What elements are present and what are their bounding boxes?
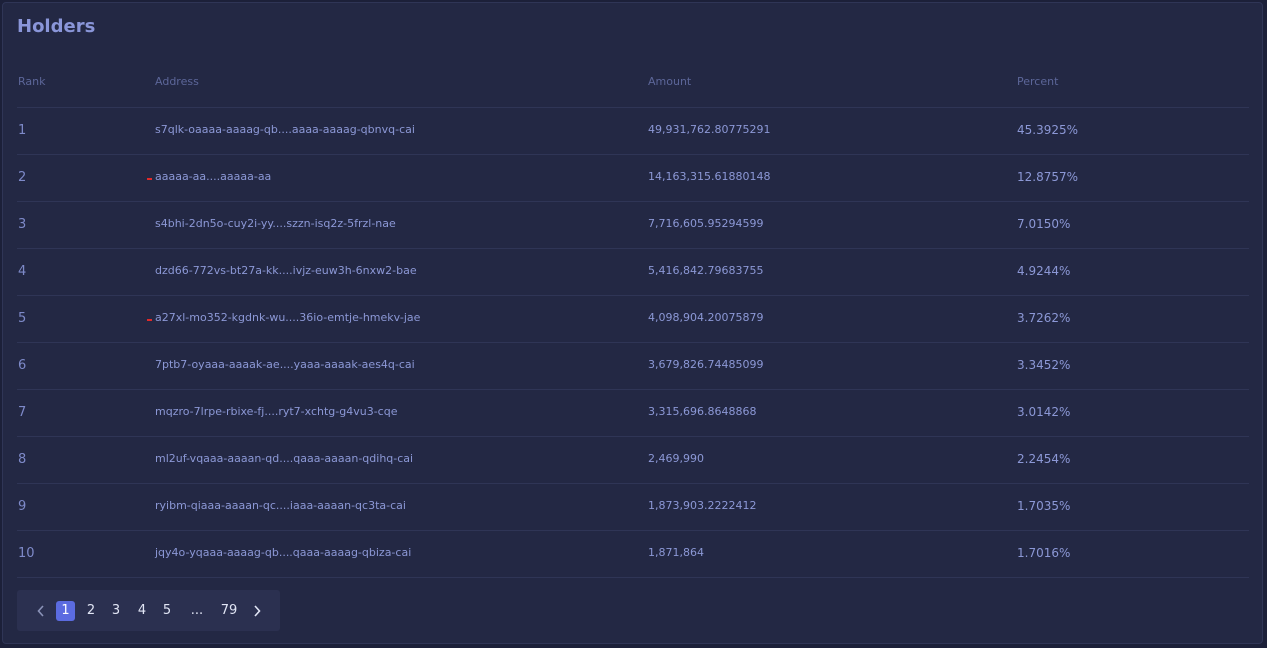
amount-cell: 3,679,826.74485099 [648,358,764,371]
table-row: 1 s7qlk-oaaaa-aaaag-qb....aaaa-aaaag-qbnv… [17,108,1249,155]
rank-cell: 5 [18,311,27,326]
percent-cell: 1.7016% [1017,546,1071,560]
address-link[interactable]: aaaaa-aa....aaaaa-aa [155,170,271,183]
page-button-4[interactable]: 4 [135,601,149,621]
percent-cell: 7.0150% [1017,217,1071,231]
address-link[interactable]: 7ptb7-oyaaa-aaaak-ae....yaaa-aaaak-aes4q… [155,358,415,371]
amount-cell: 1,873,903.2222412 [648,499,757,512]
column-header-rank: Rank [18,75,46,88]
page-button-3[interactable]: 3 [109,601,123,621]
amount-cell: 49,931,762.80775291 [648,123,771,136]
percent-cell: 2.2454% [1017,452,1071,466]
percent-cell: 4.9244% [1017,264,1071,278]
percent-cell: 1.7035% [1017,499,1071,513]
address-link[interactable]: ryibm-qiaaa-aaaan-qc....iaaa-aaaan-qc3ta… [155,499,406,512]
table-row: 5 a27xl-mo352-kgdnk-wu....36io-emtje-hmek… [17,296,1249,343]
percent-cell: 45.3925% [1017,123,1079,137]
column-header-percent: Percent [1017,75,1059,88]
address-link[interactable]: dzd66-772vs-bt27a-kk....ivjz-euw3h-6nxw2… [155,264,417,277]
holders-table: Rank Address Amount Percent 1 s7qlk-oaaaa… [17,60,1249,578]
warning-marker-icon [147,178,152,180]
page-button-5[interactable]: 5 [160,601,174,621]
amount-cell: 1,871,864 [648,546,704,559]
amount-cell: 5,416,842.79683755 [648,264,764,277]
table-row: 2 aaaaa-aa....aaaaa-aa 14,163,315.61880148… [17,155,1249,202]
rank-cell: 10 [18,546,35,561]
page-ellipsis[interactable]: ... [187,601,207,621]
percent-cell: 3.7262% [1017,311,1071,325]
percent-cell: 12.8757% [1017,170,1079,184]
table-row: 9 ryibm-qiaaa-aaaan-qc....iaaa-aaaan-qc3t… [17,484,1249,531]
amount-cell: 3,315,696.8648868 [648,405,757,418]
address-link[interactable]: jqy4o-yqaaa-aaaag-qb....qaaa-aaaag-qbiza… [155,546,411,559]
column-header-address: Address [155,75,199,88]
amount-cell: 7,716,605.95294599 [648,217,764,230]
rank-cell: 9 [18,499,27,514]
amount-cell: 14,163,315.61880148 [648,170,771,183]
address-link[interactable]: s4bhi-2dn5o-cuy2i-yy....szzn-isq2z-5frzl… [155,217,396,230]
amount-cell: 2,469,990 [648,452,704,465]
rank-cell: 8 [18,452,27,467]
percent-cell: 3.3452% [1017,358,1071,372]
address-link[interactable]: a27xl-mo352-kgdnk-wu....36io-emtje-hmekv… [155,311,420,324]
holders-panel: Holders Rank Address Amount Percent 1 s7q… [2,2,1263,644]
page-button-1[interactable]: 1 [56,601,75,621]
address-link[interactable]: mqzro-7lrpe-rbixe-fj....ryt7-xchtg-g4vu3… [155,405,397,418]
address-link[interactable]: s7qlk-oaaaa-aaaag-qb....aaaa-aaaag-qbnvq… [155,123,415,136]
page-title: Holders [17,16,96,37]
page-button-79[interactable]: 79 [217,601,241,621]
table-row: 10 jqy4o-yqaaa-aaaag-qb....qaaa-aaaag-qbi… [17,531,1249,578]
table-header: Rank Address Amount Percent [17,60,1249,108]
rank-cell: 4 [18,264,27,279]
table-row: 6 7ptb7-oyaaa-aaaak-ae....yaaa-aaaak-aes4… [17,343,1249,390]
table-row: 8 ml2uf-vqaaa-aaaan-qd....qaaa-aaaan-qdih… [17,437,1249,484]
rank-cell: 1 [18,123,27,138]
rank-cell: 7 [18,405,27,420]
address-link[interactable]: ml2uf-vqaaa-aaaan-qd....qaaa-aaaan-qdihq… [155,452,413,465]
table-body: 1 s7qlk-oaaaa-aaaag-qb....aaaa-aaaag-qbnv… [17,108,1249,578]
column-header-amount: Amount [648,75,692,88]
amount-cell: 4,098,904.20075879 [648,311,764,324]
percent-cell: 3.0142% [1017,405,1071,419]
table-row: 7 mqzro-7lrpe-rbixe-fj....ryt7-xchtg-g4vu… [17,390,1249,437]
rank-cell: 2 [18,170,27,185]
warning-marker-icon [147,319,152,321]
table-row: 3 s4bhi-2dn5o-cuy2i-yy....szzn-isq2z-5frz… [17,202,1249,249]
chevron-left-icon[interactable] [34,601,48,621]
page-button-2[interactable]: 2 [84,601,98,621]
pagination: 1 2 3 4 5 ... 79 [17,590,280,631]
rank-cell: 6 [18,358,27,373]
table-row: 4 dzd66-772vs-bt27a-kk....ivjz-euw3h-6nxw… [17,249,1249,296]
chevron-right-icon[interactable] [250,601,264,621]
rank-cell: 3 [18,217,27,232]
